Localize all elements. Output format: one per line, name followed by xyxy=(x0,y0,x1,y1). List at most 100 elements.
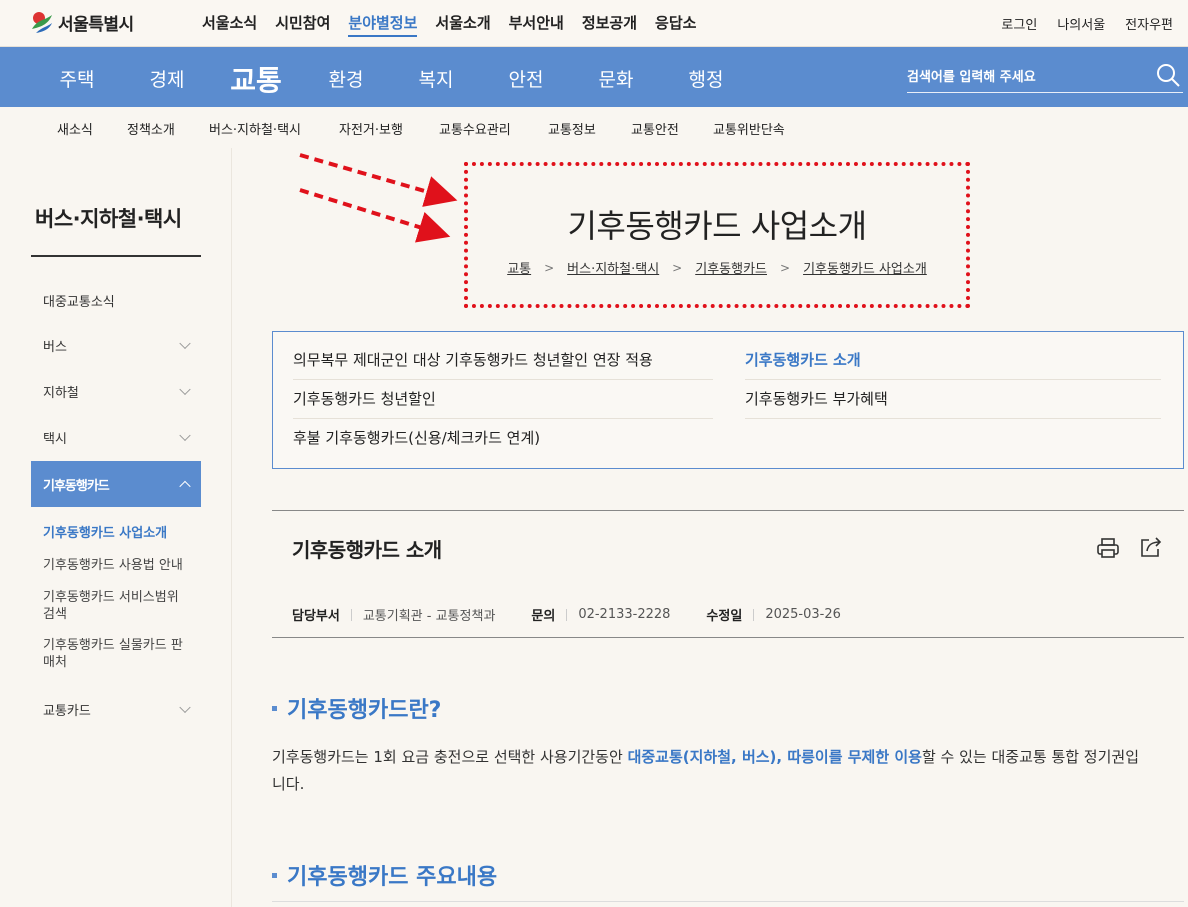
section-paragraph: 기후동행카드는 1회 요금 충전으로 선택한 사용기간동안 대중교통(지하철, … xyxy=(272,744,1152,798)
sub-nav-traffic-info[interactable]: 교통정보 xyxy=(548,119,596,138)
search-box xyxy=(907,62,1183,93)
seoul-logo[interactable]: 서울특별시 xyxy=(30,9,134,35)
link-youth-discount[interactable]: 기후동행카드 청년할인 xyxy=(293,380,713,419)
gnb-item-news[interactable]: 서울소식 xyxy=(202,12,257,37)
print-icon[interactable] xyxy=(1096,536,1120,560)
page-title: 기후동행카드 사업소개 xyxy=(567,207,867,245)
breadcrumb-item[interactable]: 버스·지하철·택시 xyxy=(567,258,659,277)
sidebar-item-taxi[interactable]: 택시 xyxy=(31,415,201,459)
bullet-square-icon xyxy=(272,705,277,711)
login-link[interactable]: 로그인 xyxy=(1001,14,1037,33)
paragraph-highlight: 대중교통(지하철, 버스), 따릉이를 무제한 이용 xyxy=(627,748,922,766)
sidebar-item-label: 기후동행카드 xyxy=(43,478,110,494)
sidebar-item-label: 택시 xyxy=(43,431,67,447)
sidebar-item-label: 버스 xyxy=(43,339,67,355)
sub-nav-demand-management[interactable]: 교통수요관리 xyxy=(439,119,511,138)
paragraph-text: 기후동행카드는 1회 요금 충전으로 선택한 사용기간동안 xyxy=(272,748,628,766)
link-postpaid-card[interactable]: 후불 기후동행카드(신용/체크카드 연계) xyxy=(293,419,713,458)
sub-nav: 새소식 정책소개 버스·지하철·택시 자전거·보행 교통수요관리 교통정보 교통… xyxy=(0,107,1188,148)
contact-label: 문의 xyxy=(531,609,556,624)
chevron-down-icon xyxy=(179,383,191,396)
link-card-intro[interactable]: 기후동행카드 소개 xyxy=(745,341,1161,380)
main-nav-welfare[interactable]: 복지 xyxy=(419,65,454,92)
main-nav: 주택 경제 교통 환경 복지 안전 문화 행정 xyxy=(0,47,1188,107)
meta-separator xyxy=(350,608,352,621)
main-nav-economy[interactable]: 경제 xyxy=(150,65,185,92)
main-nav-transport[interactable]: 교통 xyxy=(230,59,282,99)
gnb-item-about[interactable]: 서울소개 xyxy=(435,12,490,37)
section-heading-text: 기후동행카드 주요내용 xyxy=(287,865,498,890)
sidebar-item-subway[interactable]: 지하철 xyxy=(31,369,201,413)
share-icon[interactable] xyxy=(1138,534,1164,560)
search-icon[interactable] xyxy=(1155,62,1181,88)
gnb-item-disclosure[interactable]: 정보공개 xyxy=(582,12,637,37)
sub-nav-news[interactable]: 새소식 xyxy=(57,119,93,138)
contact-value: 02-2133-2228 xyxy=(578,607,671,622)
chevron-up-icon xyxy=(179,480,191,493)
sidebar-divider xyxy=(31,255,201,257)
sidebar-subitem-usage[interactable]: 기후동행카드 사용법 안내 xyxy=(43,557,193,574)
left-sidebar: 버스·지하철·택시 대중교통소식 버스 지하철 택시 기후동행카드 기후동행카드… xyxy=(0,148,232,907)
main-nav-culture[interactable]: 문화 xyxy=(599,65,634,92)
sidebar-item-transit-news[interactable]: 대중교통소식 xyxy=(31,278,201,322)
link-extra-benefits[interactable]: 기후동행카드 부가혜택 xyxy=(745,380,1161,419)
gnb-item-response[interactable]: 응답소 xyxy=(655,12,696,37)
chevron-right-icon: > xyxy=(544,260,555,275)
sidebar-item-label: 지하철 xyxy=(43,385,79,401)
chevron-down-icon xyxy=(179,429,191,442)
sub-nav-bike-walk[interactable]: 자전거·보행 xyxy=(339,119,403,138)
breadcrumb: 교통 > 버스·지하철·택시 > 기후동행카드 > 기후동행카드 사업소개 xyxy=(468,258,966,278)
breadcrumb-item[interactable]: 기후동행카드 사업소개 xyxy=(803,258,927,277)
sidebar-subitem-vendors[interactable]: 기후동행카드 실물카드 판매처 xyxy=(43,637,193,671)
annotation-arrows xyxy=(299,153,458,243)
my-seoul-link[interactable]: 나의서울 xyxy=(1057,14,1105,33)
section-heading-text: 기후동행카드란? xyxy=(287,698,442,723)
sub-nav-bus-subway-taxi[interactable]: 버스·지하철·택시 xyxy=(209,119,301,138)
sub-nav-traffic-safety[interactable]: 교통안전 xyxy=(631,119,679,138)
seoul-logo-icon xyxy=(32,12,52,33)
gnb-item-field-info[interactable]: 분야별정보 xyxy=(348,12,418,37)
sidebar-item-label: 교통카드 xyxy=(43,703,91,719)
breadcrumb-item[interactable]: 기후동행카드 xyxy=(695,258,767,277)
utility-links: 로그인 나의서울 전자우편 xyxy=(1001,14,1173,33)
email-link[interactable]: 전자우편 xyxy=(1125,14,1173,33)
sidebar-item-label: 대중교통소식 xyxy=(43,294,115,310)
gnb-item-departments[interactable]: 부서안내 xyxy=(509,12,564,37)
sidebar-subitem-intro[interactable]: 기후동행카드 사업소개 xyxy=(43,525,193,542)
chevron-right-icon: > xyxy=(672,260,683,275)
sidebar-item-transport-card[interactable]: 교통카드 xyxy=(31,687,201,731)
dept-value: 교통기획관 - 교통정책과 xyxy=(362,609,496,624)
main-nav-environment[interactable]: 환경 xyxy=(329,65,364,92)
sidebar-item-bus[interactable]: 버스 xyxy=(31,323,201,367)
global-nav: 서울소식 시민참여 분야별정보 서울소개 부서안내 정보공개 응답소 xyxy=(202,12,714,37)
meta-separator xyxy=(566,608,568,621)
dept-label: 담당부서 xyxy=(292,609,340,624)
sidebar-subitem-coverage[interactable]: 기후동행카드 서비스범위 검색 xyxy=(43,589,193,623)
article-meta: 담당부서 교통기획관 - 교통정책과 문의 02-2133-2228 수정일 2… xyxy=(292,605,841,624)
chevron-right-icon: > xyxy=(780,260,791,275)
meta-separator xyxy=(753,608,755,621)
article-divider-top xyxy=(272,510,1184,511)
sidebar-item-climate-card[interactable]: 기후동행카드 xyxy=(31,461,201,507)
section-heading: 기후동행카드란? xyxy=(272,692,441,724)
page-title-highlight: 기후동행카드 사업소개 교통 > 버스·지하철·택시 > 기후동행카드 > 기후… xyxy=(464,162,970,308)
article-divider-bottom xyxy=(272,637,1184,638)
breadcrumb-item[interactable]: 교통 xyxy=(507,258,531,277)
top-bar: 서울특별시 서울소식 시민참여 분야별정보 서울소개 부서안내 정보공개 응답소… xyxy=(0,0,1188,47)
modified-value: 2025-03-26 xyxy=(765,607,841,622)
modified-label: 수정일 xyxy=(706,609,743,624)
link-veteran-discount[interactable]: 의무복무 제대군인 대상 기후동행카드 청년할인 연장 적용 xyxy=(293,341,713,380)
logo-text: 서울특별시 xyxy=(58,14,134,35)
main-nav-housing[interactable]: 주택 xyxy=(60,65,95,92)
sub-nav-violation[interactable]: 교통위반단속 xyxy=(713,119,785,138)
bullet-square-icon xyxy=(272,872,277,878)
gnb-item-participation[interactable]: 시민참여 xyxy=(275,12,330,37)
section-divider xyxy=(272,901,1184,902)
chevron-down-icon xyxy=(179,337,191,350)
search-input[interactable] xyxy=(907,64,1147,90)
main-nav-safety[interactable]: 안전 xyxy=(509,65,544,92)
sub-nav-policy[interactable]: 정책소개 xyxy=(127,119,175,138)
chevron-down-icon xyxy=(179,701,191,714)
main-nav-administration[interactable]: 행정 xyxy=(689,65,724,92)
section-heading: 기후동행카드 주요내용 xyxy=(272,859,497,891)
